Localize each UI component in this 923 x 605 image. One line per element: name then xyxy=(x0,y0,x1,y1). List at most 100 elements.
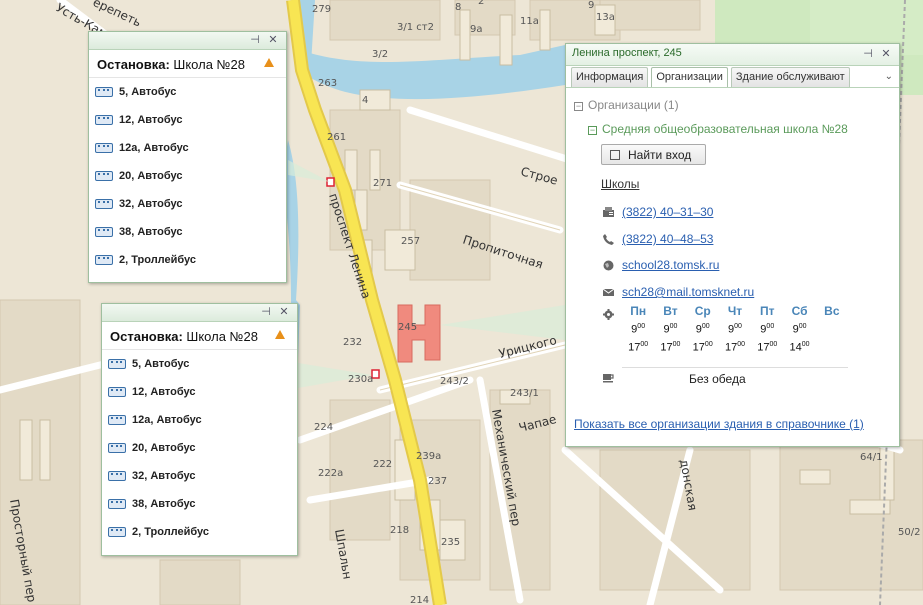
route-label: 20, Автобус xyxy=(132,442,196,454)
route-item[interactable]: 5, Автобус xyxy=(89,78,286,106)
building-number: 13а xyxy=(596,12,615,23)
warning-icon[interactable] xyxy=(264,58,274,67)
minutes: 00 xyxy=(769,340,778,348)
tree-node-organizations[interactable]: − Организации (1) xyxy=(574,98,679,112)
schedule-time: 1700 xyxy=(751,341,783,354)
schedule-time: 1700 xyxy=(687,341,719,354)
route-item[interactable]: 38, Автобус xyxy=(89,218,286,246)
route-label: 12, Автобус xyxy=(132,386,196,398)
bus-icon xyxy=(95,227,113,237)
stop-popup-2: ⊣ ✕ Остановка: Школа №28 5, Автобус 12, А… xyxy=(101,303,298,556)
building-number: 3/2 xyxy=(372,49,388,60)
building-number: 224 xyxy=(314,422,333,433)
building-number: 263 xyxy=(318,78,337,89)
schedule-day: Пт xyxy=(760,304,775,318)
building-number: 271 xyxy=(373,178,392,189)
website-link[interactable]: school28.tomsk.ru xyxy=(622,258,719,272)
find-entrance-button[interactable]: Найти вход xyxy=(601,144,706,165)
schedule-days: Пн Вт Ср Чт Пт Сб Вс xyxy=(622,304,848,318)
schedule-time: 900 xyxy=(751,323,783,336)
schedule-open-row: 900 900 900 900 900 900 xyxy=(622,323,848,336)
fax-number[interactable]: (3822) 40–31–30 xyxy=(622,205,713,219)
warning-icon[interactable] xyxy=(275,330,285,339)
route-item[interactable]: 38, Автобус xyxy=(102,490,297,518)
building-number: 4 xyxy=(362,95,368,106)
tree-node-school[interactable]: − Средняя общеобразовательная школа №28 xyxy=(588,122,848,136)
email-link[interactable]: sch28@mail.tomsknet.ru xyxy=(622,285,754,299)
stop-popup-titlebar[interactable]: ⊣ ✕ xyxy=(102,304,297,322)
pin-icon[interactable]: ⊣ xyxy=(248,33,262,47)
pin-icon[interactable]: ⊣ xyxy=(259,305,273,319)
building-number: 261 xyxy=(327,132,346,143)
stop-popup-1: ⊣ ✕ Остановка: Школа №28 5, Автобус 12, А… xyxy=(88,31,287,283)
route-item[interactable]: 32, Автобус xyxy=(102,462,297,490)
route-item[interactable]: 20, Автобус xyxy=(102,434,297,462)
route-item[interactable]: 12, Автобус xyxy=(102,378,297,406)
schedule-day: Пн xyxy=(630,304,647,318)
building-number: 243/2 xyxy=(440,376,469,387)
stop-prefix: Остановка: xyxy=(110,329,183,344)
route-label: 2, Троллейбус xyxy=(132,526,210,538)
route-label: 32, Автобус xyxy=(132,470,196,482)
tab-building-services[interactable]: Здание обслуживают xyxy=(730,67,850,87)
close-icon[interactable]: ✕ xyxy=(277,305,291,319)
collapse-icon[interactable]: − xyxy=(574,102,583,111)
route-item[interactable]: 32, Автобус xyxy=(89,190,286,218)
building-number: 2 xyxy=(478,0,484,7)
pin-icon[interactable]: ⊣ xyxy=(861,47,875,61)
minutes: 00 xyxy=(737,340,745,348)
route-item[interactable]: 12, Автобус xyxy=(89,106,286,134)
hour: 17 xyxy=(724,341,738,354)
route-label: 12, Автобус xyxy=(119,114,183,126)
schedule-close-row: 1700 1700 1700 1700 1700 1400 xyxy=(622,341,848,354)
route-list: 5, Автобус 12, Автобус 12а, Автобус 20, Авт… xyxy=(89,78,286,274)
route-item[interactable]: 5, Автобус xyxy=(102,350,297,378)
schedule-day: Вс xyxy=(824,304,840,318)
lunch-label: Без обеда xyxy=(689,372,746,386)
tab-organizations[interactable]: Организации xyxy=(651,67,728,88)
schedule-time: 900 xyxy=(654,323,686,336)
minutes: 00 xyxy=(766,323,775,330)
close-icon[interactable]: ✕ xyxy=(879,47,893,61)
bus-icon xyxy=(108,387,126,397)
minutes: 00 xyxy=(801,340,810,348)
stop-heading: Остановка: Школа №28 xyxy=(102,322,297,350)
building-number: 243/1 xyxy=(510,388,539,399)
find-entrance-label: Найти вход xyxy=(628,147,692,162)
minutes: 00 xyxy=(704,340,713,348)
stop-marker-1[interactable] xyxy=(326,177,335,187)
email-row: sch28@mail.tomsknet.ru xyxy=(603,284,754,300)
close-icon[interactable]: ✕ xyxy=(266,33,280,47)
schedule-divider xyxy=(622,367,848,368)
fax-row: (3822) 40–31–30 xyxy=(603,204,713,220)
stop-popup-titlebar[interactable]: ⊣ ✕ xyxy=(89,32,286,50)
cup-icon xyxy=(603,374,614,383)
show-all-count: (1) xyxy=(849,417,864,431)
category-link[interactable]: Школы xyxy=(601,177,639,191)
phone-number[interactable]: (3822) 40–48–53 xyxy=(622,232,713,246)
building-popup-titlebar[interactable]: Ленина проспект, 245 ⊣ ✕ xyxy=(566,44,899,66)
hour: 17 xyxy=(757,341,770,354)
building-number: 230а xyxy=(348,374,373,385)
route-item[interactable]: 2, Троллейбус xyxy=(102,518,297,546)
building-number: 218 xyxy=(390,525,409,536)
building-number: 9 xyxy=(588,0,594,11)
trolleybus-icon xyxy=(95,255,113,265)
tab-info[interactable]: Информация xyxy=(571,67,649,87)
route-item[interactable]: 12а, Автобус xyxy=(89,134,286,162)
collapse-icon[interactable]: − xyxy=(588,126,597,135)
hour: 14 xyxy=(789,341,802,354)
show-all-orgs-link[interactable]: Показать все организации здания в справо… xyxy=(574,417,864,431)
bus-icon xyxy=(108,415,126,425)
gear-icon xyxy=(603,309,614,320)
bus-icon xyxy=(108,443,126,453)
schedule-time: 1400 xyxy=(783,341,815,354)
route-item[interactable]: 20, Автобус xyxy=(89,162,286,190)
tab-menu-icon[interactable]: ⌄ xyxy=(885,71,893,82)
building-number: 64/1 xyxy=(860,452,882,463)
route-label: 38, Автобус xyxy=(132,498,196,510)
route-item[interactable]: 2, Троллейбус xyxy=(89,246,286,274)
route-label: 32, Автобус xyxy=(119,198,183,210)
route-item[interactable]: 12а, Автобус xyxy=(102,406,297,434)
minutes: 00 xyxy=(640,340,649,348)
